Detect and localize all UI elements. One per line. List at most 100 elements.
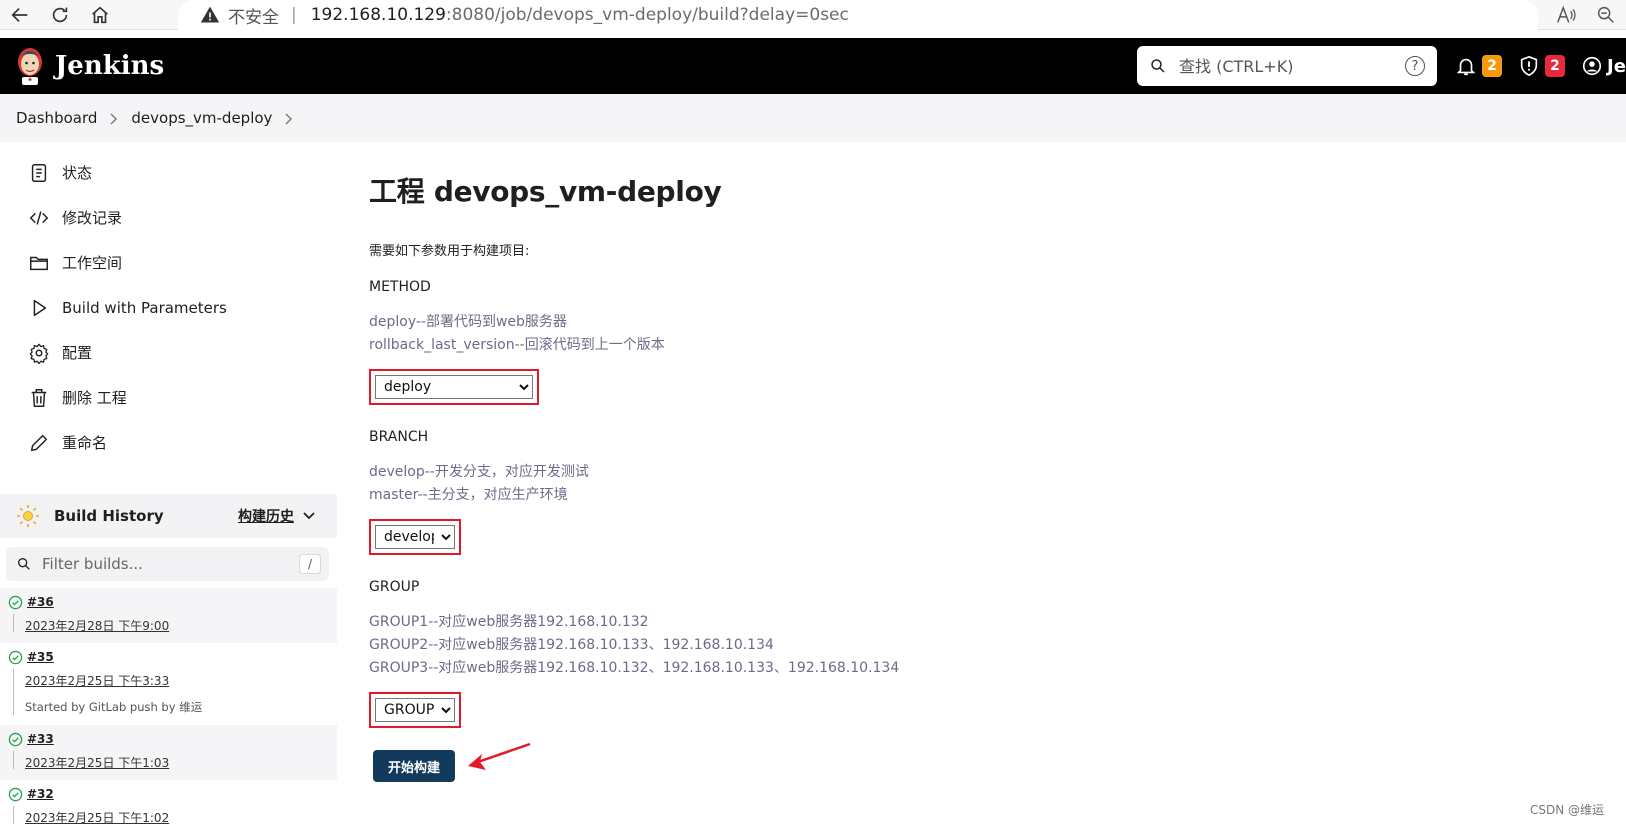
breadcrumb: Dashboard devops_vm-deploy [0, 94, 1626, 142]
build-history-header: Build History 构建历史 [0, 494, 337, 538]
highlight-box: deploy [369, 369, 539, 405]
build-timeline [13, 751, 14, 769]
build-date-link[interactable]: 2023年2月25日 下午1:03 [25, 754, 337, 771]
watermark: CSDN @维运 [1530, 801, 1604, 818]
build-number-link[interactable]: #33 [27, 732, 54, 746]
sidebar-item-label: 工作空间 [62, 252, 122, 273]
build-trend-link[interactable]: 构建历史 [238, 506, 294, 526]
notifications-badge: 2 [1482, 55, 1502, 77]
param-method: METHOD deploy--部署代码到web服务器 rollback_last… [369, 279, 1569, 405]
chevron-right-icon [284, 113, 294, 125]
sidebar-item-label: 状态 [62, 162, 92, 183]
build-number-link[interactable]: #35 [27, 650, 54, 664]
url-separator: | [291, 5, 297, 25]
branch-select[interactable]: develop [375, 525, 455, 549]
sidebar-item-label: 配置 [62, 342, 92, 363]
build-filter-box[interactable]: / [6, 547, 329, 581]
read-aloud-button[interactable] [1546, 0, 1586, 30]
folder-icon [28, 252, 50, 274]
param-description: develop--开发分支，对应开发测试 master--主分支，对应生产环境 [369, 461, 1569, 507]
reload-button[interactable] [40, 0, 80, 30]
group-select[interactable]: GROUP1 [375, 698, 455, 722]
sidebar-item-changes[interactable]: 修改记录 [0, 195, 337, 240]
warning-icon [200, 5, 220, 25]
code-icon [28, 207, 50, 229]
sidebar-item-build-with-parameters[interactable]: Build with Parameters [0, 285, 337, 330]
trash-icon [28, 387, 50, 409]
magnifier-icon [1595, 4, 1617, 26]
breadcrumb-dashboard[interactable]: Dashboard [16, 109, 97, 127]
sidebar-item-label: Build with Parameters [62, 299, 227, 317]
sidebar-item-rename[interactable]: 重命名 [0, 420, 337, 465]
build-row[interactable]: #35 2023年2月25日 下午3:33 Started by GitLab … [0, 643, 337, 725]
gear-icon [28, 342, 50, 364]
build-timeline [13, 614, 14, 632]
sidebar-item-label: 重命名 [62, 432, 107, 453]
notifications-button[interactable]: 2 [1455, 55, 1502, 77]
build-date-link[interactable]: 2023年2月25日 下午3:33 [25, 672, 337, 689]
search-input[interactable] [1179, 57, 1399, 76]
method-select[interactable]: deploy [375, 375, 533, 399]
sidebar-item-workspace[interactable]: 工作空间 [0, 240, 337, 285]
security-badge: 2 [1545, 55, 1565, 77]
help-icon[interactable]: ? [1405, 56, 1425, 76]
read-aloud-icon [1555, 4, 1577, 26]
start-build-button[interactable]: 开始构建 [373, 750, 455, 782]
param-branch: BRANCH develop--开发分支，对应开发测试 master--主分支，… [369, 429, 1569, 555]
build-row[interactable]: #36 2023年2月28日 下午9:00 [0, 588, 337, 643]
main-content: 工程 devops_vm-deploy 需要如下参数用于构建项目: METHOD… [369, 150, 1569, 782]
security-button[interactable]: 2 [1518, 55, 1565, 77]
build-date-link[interactable]: 2023年2月25日 下午1:02 [25, 809, 337, 826]
chevron-down-icon[interactable] [302, 509, 316, 523]
sidebar-item-delete[interactable]: 删除 工程 [0, 375, 337, 420]
red-arrow-annotation [464, 740, 534, 780]
build-history-title: Build History [54, 507, 164, 525]
build-date-link[interactable]: 2023年2月28日 下午9:00 [25, 617, 337, 634]
back-arrow-icon [9, 4, 31, 26]
build-filter-input[interactable] [42, 555, 292, 573]
insecure-label: 不安全 [228, 3, 279, 28]
search-icon [16, 556, 32, 572]
sun-weather-icon [16, 504, 40, 528]
zoom-button[interactable] [1586, 0, 1626, 30]
build-row[interactable]: #32 2023年2月25日 下午1:02 [0, 780, 337, 835]
success-check-icon [8, 732, 23, 747]
back-button[interactable] [0, 0, 40, 30]
address-bar[interactable]: 不安全 | 192.168.10.129:8080/job/devops_vm-… [178, 0, 1538, 30]
sidebar-item-label: 删除 工程 [62, 387, 127, 408]
jenkins-header: Jenkins ? 2 2 Je [0, 38, 1626, 94]
param-name: BRANCH [369, 429, 1569, 445]
pencil-icon [28, 432, 50, 454]
sidebar-item-label: 修改记录 [62, 207, 122, 228]
success-check-icon [8, 595, 23, 610]
build-row[interactable]: #33 2023年2月25日 下午1:03 [0, 725, 337, 780]
page-title: 工程 devops_vm-deploy [369, 170, 1569, 210]
build-number-link[interactable]: #32 [27, 787, 54, 801]
build-actions: 开始构建 [369, 750, 1569, 782]
breadcrumb-job-menu[interactable] [284, 109, 294, 127]
user-icon [1581, 55, 1603, 77]
param-description-line: rollback_last_version--回滚代码到上一个版本 [369, 334, 1569, 357]
build-timeline [13, 806, 14, 824]
jenkins-logo[interactable]: Jenkins [15, 46, 164, 86]
security-warning[interactable]: 不安全 [200, 3, 291, 28]
build-number-link[interactable]: #36 [27, 595, 54, 609]
build-description: Started by GitLab push by 维运 [25, 699, 337, 715]
breadcrumb-job[interactable]: devops_vm-deploy [131, 109, 272, 127]
param-description-line: GROUP1--对应web服务器192.168.10.132 [369, 611, 1569, 634]
build-timeline [13, 669, 14, 715]
user-menu[interactable]: Je [1581, 55, 1626, 77]
jenkins-butler-icon [15, 46, 45, 86]
sidebar-item-configure[interactable]: 配置 [0, 330, 337, 375]
search-box[interactable]: ? [1137, 46, 1437, 86]
browser-toolbar: 不安全 | 192.168.10.129:8080/job/devops_vm-… [0, 0, 1626, 30]
param-description-line: master--主分支，对应生产环境 [369, 484, 1569, 507]
document-icon [28, 162, 50, 184]
chevron-right-icon [109, 113, 119, 125]
home-icon [89, 4, 111, 26]
shield-icon [1518, 55, 1540, 77]
sidebar-item-status[interactable]: 状态 [0, 150, 337, 195]
play-icon [28, 297, 50, 319]
param-name: GROUP [369, 579, 1569, 595]
home-button[interactable] [80, 0, 120, 30]
